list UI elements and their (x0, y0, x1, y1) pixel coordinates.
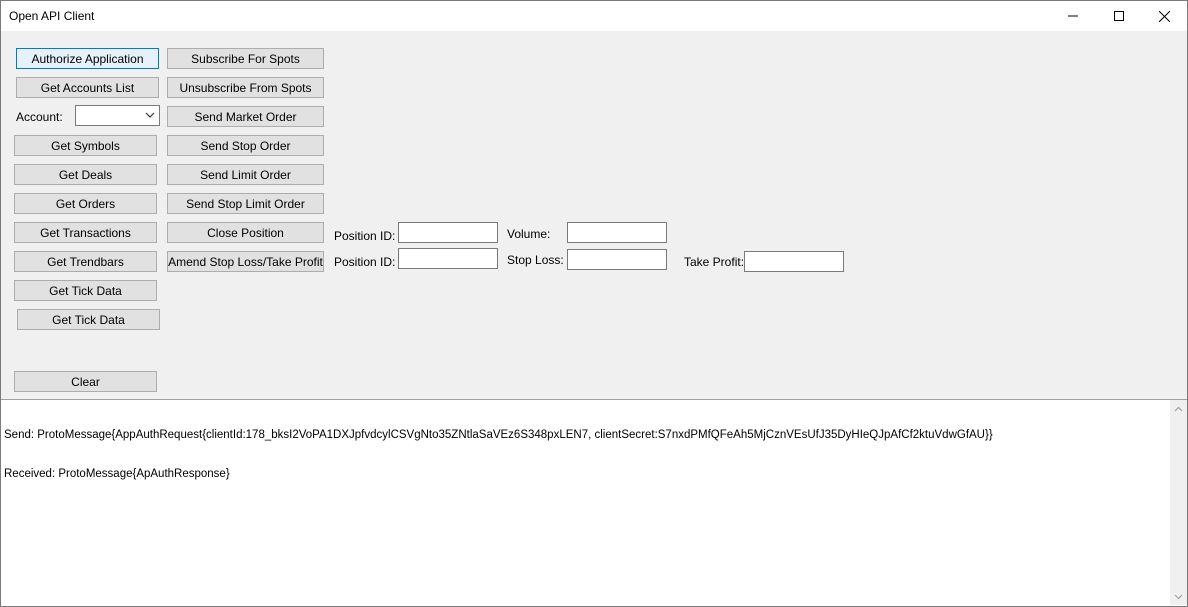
close-icon (1158, 10, 1170, 22)
get-trendbars-button[interactable]: Get Trendbars (14, 251, 157, 272)
maximize-icon (1114, 11, 1124, 21)
log-line: Received: ProtoMessage{ApAuthResponse} (4, 468, 230, 480)
maximize-button[interactable] (1096, 1, 1142, 31)
volume-label: Volume: (507, 227, 551, 241)
get-symbols-button[interactable]: Get Symbols (14, 135, 157, 156)
get-orders-button[interactable]: Get Orders (14, 193, 157, 214)
send-limit-order-button[interactable]: Send Limit Order (167, 164, 324, 185)
send-stop-order-button[interactable]: Send Stop Order (167, 135, 324, 156)
subscribe-for-spots-button[interactable]: Subscribe For Spots (167, 48, 324, 69)
minimize-button[interactable] (1050, 1, 1096, 31)
get-tick-data-button-2[interactable]: Get Tick Data (17, 309, 160, 330)
authorize-application-button[interactable]: Authorize Application (16, 48, 159, 69)
send-market-order-button[interactable]: Send Market Order (167, 106, 324, 127)
close-position-id-label: Position ID: (334, 229, 396, 243)
app-window: Open API Client Authorize Application Ge… (0, 0, 1188, 607)
minimize-icon (1068, 15, 1078, 17)
account-select[interactable] (75, 105, 160, 126)
get-transactions-button[interactable]: Get Transactions (14, 222, 157, 243)
get-tick-data-button[interactable]: Get Tick Data (14, 280, 157, 301)
send-stop-limit-order-button[interactable]: Send Stop Limit Order (167, 193, 324, 214)
log-text: Send: ProtoMessage{AppAuthRequest{client… (4, 403, 1164, 507)
amend-position-id-input[interactable] (398, 248, 498, 269)
stop-loss-label: Stop Loss: (507, 253, 564, 267)
clear-button[interactable]: Clear (14, 371, 157, 392)
take-profit-input[interactable] (744, 251, 844, 272)
close-position-id-input[interactable] (398, 222, 498, 243)
scroll-down-button[interactable] (1170, 588, 1187, 605)
window-title: Open API Client (9, 9, 95, 23)
log-line: Send: ProtoMessage{AppAuthRequest{client… (4, 429, 993, 441)
unsubscribe-from-spots-button[interactable]: Unsubscribe From Spots (167, 77, 324, 98)
log-scrollbar[interactable] (1170, 400, 1187, 605)
title-bar[interactable]: Open API Client (1, 1, 1187, 31)
amend-position-id-label: Position ID: (334, 255, 396, 269)
scroll-up-button[interactable] (1170, 400, 1187, 417)
log-textbox[interactable]: Send: ProtoMessage{AppAuthRequest{client… (1, 399, 1187, 606)
account-label: Account: (16, 110, 63, 124)
chevron-up-icon (1174, 406, 1183, 411)
get-accounts-list-button[interactable]: Get Accounts List (16, 77, 159, 98)
chevron-down-icon (145, 112, 155, 118)
close-position-button[interactable]: Close Position (167, 222, 324, 243)
volume-input[interactable] (567, 222, 667, 243)
chevron-down-icon (1174, 594, 1183, 599)
stop-loss-input[interactable] (567, 249, 667, 270)
get-deals-button[interactable]: Get Deals (14, 164, 157, 185)
amend-sl-tp-button[interactable]: Amend Stop Loss/Take Profit (167, 251, 324, 272)
take-profit-label: Take Profit: (684, 255, 745, 269)
close-button[interactable] (1141, 1, 1187, 31)
